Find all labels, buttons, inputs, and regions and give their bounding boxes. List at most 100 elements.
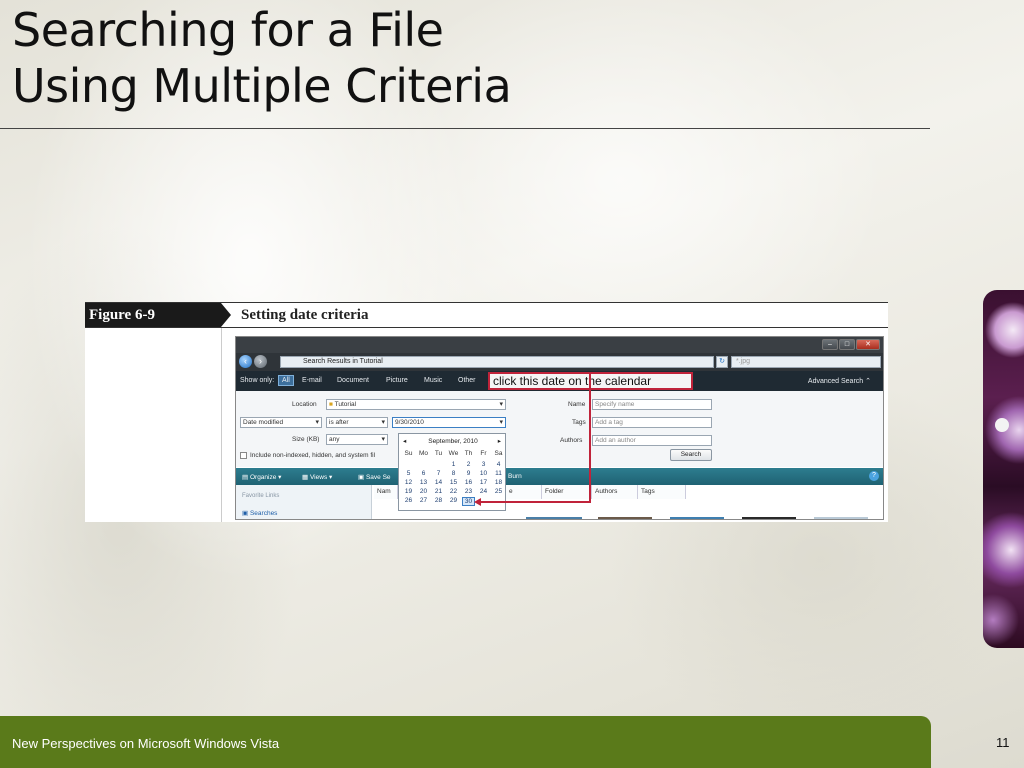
minimize-button[interactable]: – xyxy=(822,339,838,350)
search-box[interactable]: *.jpg xyxy=(731,356,881,368)
forward-icon[interactable]: › xyxy=(254,355,267,368)
filter-music[interactable]: Music xyxy=(424,377,442,384)
filter-other[interactable]: Other xyxy=(458,377,476,384)
column-date[interactable]: e xyxy=(506,485,542,499)
calendar-day[interactable]: 10 xyxy=(477,470,490,477)
calendar-day[interactable]: 8 xyxy=(447,470,460,477)
column-tags[interactable]: Tags xyxy=(638,485,686,499)
thumbnail[interactable] xyxy=(670,517,724,519)
advanced-search-pane: Location ■ Tutorial Date modified is aft… xyxy=(236,391,883,467)
flower-photo xyxy=(983,290,1024,648)
calendar-day[interactable]: 27 xyxy=(417,497,430,504)
calendar-day[interactable]: 2 xyxy=(462,461,475,468)
calendar-day[interactable]: 23 xyxy=(462,488,475,495)
figure-panel: Figure 6-9 Setting date criteria – □ ✕ ‹… xyxy=(85,302,888,522)
calendar-day[interactable]: 6 xyxy=(417,470,430,477)
advanced-search-label: Advanced Search xyxy=(807,378,864,385)
calendar-day[interactable]: 21 xyxy=(432,488,445,495)
calendar-day[interactable]: 25 xyxy=(492,488,505,495)
size-select[interactable]: any xyxy=(326,434,388,445)
date-operator-select[interactable]: is after xyxy=(326,417,388,428)
calendar-day[interactable]: 5 xyxy=(402,470,415,477)
filter-picture[interactable]: Picture xyxy=(386,377,408,384)
calendar-day[interactable]: 28 xyxy=(432,497,445,504)
thumbnail[interactable] xyxy=(598,517,652,519)
calendar-day[interactable]: 29 xyxy=(447,497,460,504)
date-field-select[interactable]: Date modified xyxy=(240,417,322,428)
column-name[interactable]: Nam xyxy=(374,485,398,499)
authors-label: Authors xyxy=(560,437,583,444)
calendar-day[interactable]: 9 xyxy=(462,470,475,477)
filter-all[interactable]: All xyxy=(278,375,294,386)
tags-field[interactable]: Add a tag xyxy=(592,417,712,428)
column-folder[interactable]: Folder xyxy=(542,485,592,499)
calendar-day[interactable]: 16 xyxy=(462,479,475,486)
calendar-day[interactable]: 15 xyxy=(447,479,460,486)
location-label: Location xyxy=(292,401,317,408)
calendar-day[interactable]: 17 xyxy=(477,479,490,486)
thumbnail[interactable] xyxy=(814,517,868,519)
refresh-icon[interactable]: ↻ xyxy=(716,356,728,368)
callout-line-vertical xyxy=(589,374,591,502)
calendar-day[interactable]: 13 xyxy=(417,479,430,486)
filter-document[interactable]: Document xyxy=(337,377,369,384)
calendar-day[interactable]: 1 xyxy=(447,461,460,468)
burn-button[interactable]: Burn xyxy=(508,473,522,480)
views-label: Views xyxy=(309,474,328,481)
thumbnail[interactable] xyxy=(526,517,582,519)
figure-caption: Setting date criteria xyxy=(241,307,369,323)
chevron-up-icon: ⌃ xyxy=(865,378,871,385)
footer-text: New Perspectives on Microsoft Windows Vi… xyxy=(12,736,280,751)
authors-placeholder: Add an author xyxy=(595,437,636,444)
figure-label-arrow xyxy=(221,303,231,327)
calendar-day[interactable]: 14 xyxy=(432,479,445,486)
date-value-field[interactable]: 9/30/2010 xyxy=(392,417,506,428)
include-checkbox[interactable] xyxy=(240,452,247,459)
views-icon: ▦ xyxy=(302,474,309,481)
save-search-label: Save Se xyxy=(365,474,391,481)
folder-icon: ■ xyxy=(329,401,333,408)
save-search-button[interactable]: ▣ Save Se xyxy=(358,473,391,481)
organize-button[interactable]: ▤ Organize ▾ xyxy=(242,473,281,481)
calendar-day[interactable]: 22 xyxy=(447,488,460,495)
title-divider xyxy=(0,128,930,129)
tags-placeholder: Add a tag xyxy=(595,419,623,426)
calendar-day[interactable]: 7 xyxy=(432,470,445,477)
save-icon: ▣ xyxy=(358,474,365,481)
column-authors[interactable]: Authors xyxy=(592,485,638,499)
calendar-day[interactable]: 18 xyxy=(492,479,505,486)
thumbnail[interactable] xyxy=(742,517,796,519)
window-titlebar: – □ ✕ xyxy=(236,337,883,353)
close-button[interactable]: ✕ xyxy=(856,339,880,350)
location-select[interactable]: ■ Tutorial xyxy=(326,399,506,410)
calendar-day[interactable]: 3 xyxy=(477,461,490,468)
searches-label: Searches xyxy=(249,510,278,517)
name-field[interactable]: Specify name xyxy=(592,399,712,410)
nav-item-searches[interactable]: ▣ Searches xyxy=(242,509,277,517)
calendar-day[interactable]: 19 xyxy=(402,488,415,495)
command-toolbar: ▤ Organize ▾ ▦ Views ▾ ▣ Save Se Burn ? xyxy=(236,468,883,485)
advanced-search-toggle[interactable]: Advanced Search ⌃ xyxy=(808,377,871,385)
filter-email[interactable]: E-mail xyxy=(302,377,322,384)
name-placeholder: Specify name xyxy=(595,401,635,408)
calendar-day[interactable]: 20 xyxy=(417,488,430,495)
tags-label: Tags xyxy=(572,419,586,426)
back-icon[interactable]: ‹ xyxy=(239,355,252,368)
calendar-day[interactable]: 12 xyxy=(402,479,415,486)
next-month-icon[interactable]: ▸ xyxy=(498,437,501,445)
callout-arrowhead xyxy=(474,498,481,506)
callout-line-horizontal xyxy=(480,501,591,503)
slide-title-line2: Using Multiple Criteria xyxy=(12,59,512,113)
calendar-day[interactable]: 26 xyxy=(402,497,415,504)
address-field[interactable]: Search Results in Tutorial xyxy=(280,356,714,368)
calendar-day[interactable]: 11 xyxy=(492,470,505,477)
views-button[interactable]: ▦ Views ▾ xyxy=(302,473,332,481)
search-button[interactable]: Search xyxy=(670,449,712,461)
address-text: Search Results in Tutorial xyxy=(303,358,383,365)
figure-header: Figure 6-9 Setting date criteria xyxy=(85,302,888,328)
calendar-day[interactable]: 4 xyxy=(492,461,505,468)
help-icon[interactable]: ? xyxy=(869,471,879,481)
authors-field[interactable]: Add an author xyxy=(592,435,712,446)
calendar-day[interactable]: 24 xyxy=(477,488,490,495)
maximize-button[interactable]: □ xyxy=(839,339,855,350)
